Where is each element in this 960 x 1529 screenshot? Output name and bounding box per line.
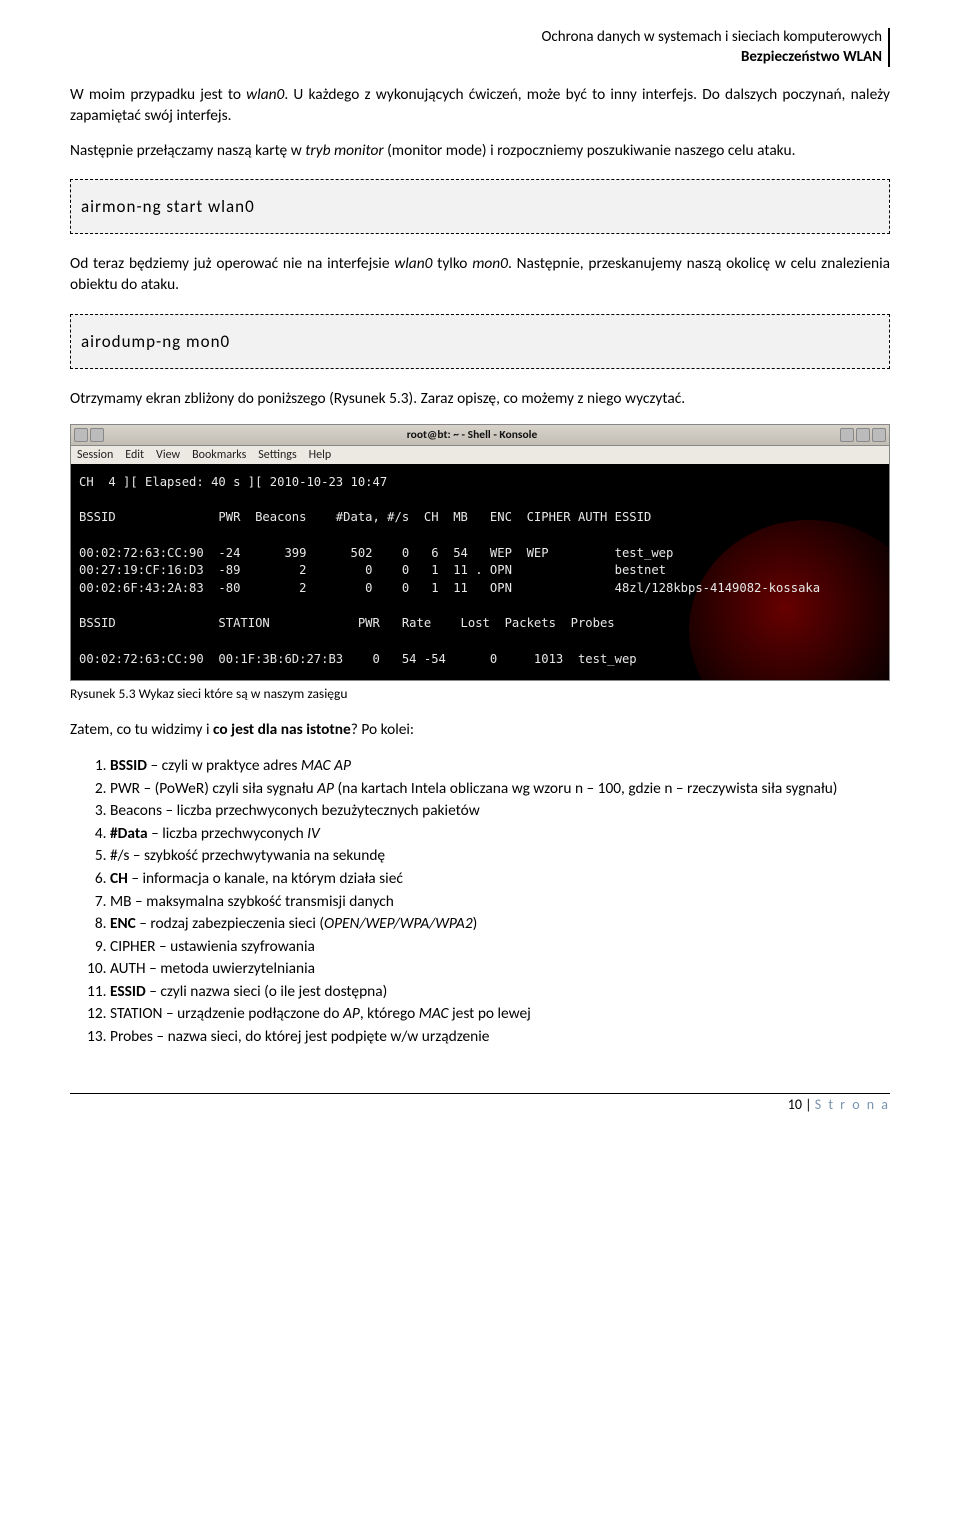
list-item: Beacons – liczba przechwyconych bezużyte…	[110, 800, 890, 822]
window-titlebar: root@bt: ~ - Shell - Konsole	[70, 424, 890, 446]
list-item: Probes – nazwa sieci, do której jest pod…	[110, 1026, 890, 1048]
fields-list: BSSID – czyli w praktyce adres MAC APPWR…	[80, 755, 890, 1047]
list-item: #Data – liczba przechwyconych IV	[110, 823, 890, 845]
command-airmon: airmon-ng start wlan0	[70, 179, 890, 234]
window-title: root@bt: ~ - Shell - Konsole	[104, 428, 840, 442]
paragraph-result: Otrzymamy ekran zbliżony do poniższego (…	[70, 389, 890, 410]
menu-edit[interactable]: Edit	[125, 448, 144, 462]
page-number: 10	[788, 1096, 802, 1113]
window-icon	[74, 428, 88, 442]
list-item: #/s – szybkość przechwytywania na sekund…	[110, 845, 890, 867]
menu-bar: Session Edit View Bookmarks Settings Hel…	[70, 446, 890, 464]
menu-help[interactable]: Help	[309, 448, 332, 462]
list-item: CH – informacja o kanale, na którym dzia…	[110, 868, 890, 890]
list-item: ENC – rodzaj zabezpieczenia sieci (OPEN/…	[110, 913, 890, 935]
terminal-output: CH 4 ][ Elapsed: 40 s ][ 2010-10-23 10:4…	[70, 464, 890, 682]
list-item: MB – maksymalna szybkość transmisji dany…	[110, 891, 890, 913]
page-label: S t r o n a	[815, 1096, 890, 1113]
menu-bookmarks[interactable]: Bookmarks	[192, 448, 246, 462]
header-topic: Bezpieczeństwo WLAN	[70, 48, 882, 68]
paragraph-mon0: Od teraz będziemy już operować nie na in…	[70, 254, 890, 296]
window-icon	[90, 428, 104, 442]
page-header: Ochrona danych w systemach i sieciach ko…	[70, 28, 890, 67]
menu-settings[interactable]: Settings	[258, 448, 296, 462]
page-footer: 10 | S t r o n a	[70, 1093, 890, 1113]
list-item: PWR – (PoWeR) czyli siła sygnału AP (na …	[110, 778, 890, 800]
paragraph-intro: W moim przypadku jest to wlan0. U każdeg…	[70, 85, 890, 127]
list-item: BSSID – czyli w praktyce adres MAC AP	[110, 755, 890, 777]
maximize-icon[interactable]	[856, 428, 870, 442]
command-airodump: airodump-ng mon0	[70, 314, 890, 369]
konsole-window: root@bt: ~ - Shell - Konsole Session Edi…	[70, 424, 890, 682]
figure-caption: Rysunek 5.3 Wykaz sieci które są w naszy…	[70, 685, 890, 702]
menu-view[interactable]: View	[156, 448, 180, 462]
minimize-icon[interactable]	[840, 428, 854, 442]
list-item: AUTH – metoda uwierzytelniania	[110, 958, 890, 980]
menu-session[interactable]: Session	[77, 448, 113, 462]
list-intro: Zatem, co tu widzimy i co jest dla nas i…	[70, 720, 890, 741]
list-item: ESSID – czyli nazwa sieci (o ile jest do…	[110, 981, 890, 1003]
list-item: CIPHER – ustawienia szyfrowania	[110, 936, 890, 958]
header-course: Ochrona danych w systemach i sieciach ko…	[70, 28, 882, 48]
close-icon[interactable]	[872, 428, 886, 442]
list-item: STATION – urządzenie podłączone do AP, k…	[110, 1003, 890, 1025]
paragraph-monitor-mode: Następnie przełączamy naszą kartę w tryb…	[70, 141, 890, 162]
